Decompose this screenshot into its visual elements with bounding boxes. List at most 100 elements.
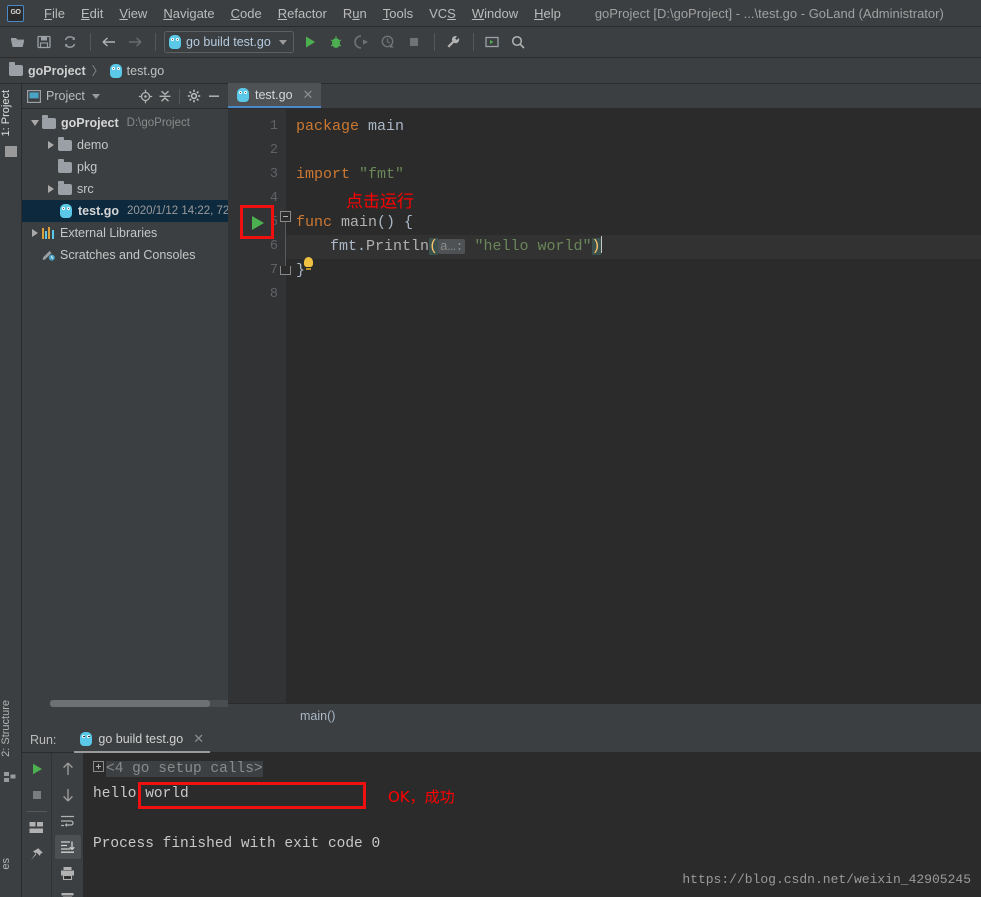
profile-icon (376, 30, 400, 54)
left-tool-strip: 1: Project 2: Structure es (0, 84, 22, 897)
run-with-coverage-icon (350, 30, 374, 54)
restore-layout-button[interactable] (24, 816, 50, 840)
watermark-url: https://blog.csdn.net/weixin_42905245 (682, 872, 971, 887)
project-panel-header: Project (22, 84, 228, 109)
trash-clear-button[interactable] (55, 887, 81, 897)
menu-code[interactable]: Code (223, 4, 270, 23)
menu-vcs[interactable]: VCS (421, 4, 464, 23)
arrow-left-icon[interactable] (97, 30, 121, 54)
tree-node-label: pkg (77, 160, 98, 174)
close-icon[interactable]: ✕ (193, 731, 204, 747)
sidebar-item-structure[interactable]: 2: Structure (0, 696, 22, 761)
editor-area: test.go ✕ 1 2 3 4 5 6 7 8 (228, 83, 981, 728)
chevron-down-icon (278, 39, 287, 45)
breadcrumb-item-project[interactable]: goProject (9, 62, 86, 78)
menu-tools[interactable]: Tools (375, 4, 421, 23)
external-libraries-icon (42, 227, 55, 239)
menu-file[interactable]: File (36, 4, 73, 23)
menu-refactor[interactable]: Refactor (270, 4, 335, 23)
project-tree: goProject D:\goProject demo pkg src test… (22, 109, 229, 266)
sidebar-item-project[interactable]: 1: Project (0, 86, 22, 140)
locate-target-icon[interactable] (135, 86, 155, 106)
pin-tab-button[interactable] (24, 842, 50, 866)
run-panel-console-actions (52, 753, 83, 897)
arrow-down-button[interactable] (55, 783, 81, 807)
open-folder-icon[interactable] (6, 30, 30, 54)
run-gutter-marker[interactable] (240, 205, 274, 239)
run-panel-tab-bar: Run: go build test.go ✕ (22, 728, 981, 753)
sync-refresh-icon[interactable] (58, 30, 82, 54)
line-number: 1 (269, 119, 278, 134)
breadcrumb-item-file[interactable]: test.go (109, 63, 165, 78)
menu-view[interactable]: View (111, 4, 155, 23)
scratches-icon (42, 249, 55, 261)
tree-node-label: External Libraries (60, 226, 158, 240)
folder-icon (58, 136, 72, 151)
close-icon[interactable]: ✕ (303, 88, 314, 101)
minimize-icon[interactable] (204, 86, 224, 106)
code-text[interactable]: package main import "fmt" func main() { … (286, 109, 981, 728)
structure-panel-icon (4, 772, 16, 783)
console-line-exit: Process finished with exit code 0 (83, 832, 981, 857)
text-caret (600, 236, 603, 253)
run-console[interactable]: <4 go setup calls> hello world Process f… (83, 753, 981, 897)
line-number: 2 (269, 143, 278, 158)
folder-icon (58, 158, 72, 173)
go-gopher-icon (60, 204, 72, 218)
run-actions-divider (26, 811, 47, 812)
scroll-to-end-button[interactable] (54, 835, 81, 859)
run-configuration-selector[interactable]: go build test.go (164, 31, 294, 53)
breadcrumb-file-label: test.go (126, 63, 165, 78)
project-panel-hscrollbar[interactable] (50, 700, 236, 707)
project-panel-icon (5, 146, 17, 157)
tree-node-demo[interactable]: demo (22, 134, 228, 156)
twisty-collapsed-icon[interactable] (44, 141, 58, 149)
chevron-down-icon[interactable] (91, 93, 100, 99)
tree-node-pkg[interactable]: pkg (22, 156, 228, 178)
menu-bar: File Edit View Navigate Code Refactor Ru… (36, 4, 569, 23)
menu-help[interactable]: Help (526, 4, 569, 23)
tree-node-scratches[interactable]: Scratches and Consoles (22, 244, 228, 266)
title-bar: File Edit View Navigate Code Refactor Ru… (0, 0, 981, 27)
breadcrumb-project-label: goProject (28, 63, 86, 78)
code-line-5: func main() { (296, 214, 414, 231)
print-button[interactable] (55, 861, 81, 885)
twisty-collapsed-icon[interactable] (44, 185, 58, 193)
menu-navigate[interactable]: Navigate (155, 4, 222, 23)
soft-wrap-button[interactable] (55, 809, 81, 833)
search-icon[interactable] (506, 30, 530, 54)
wrench-settings-icon[interactable] (441, 30, 465, 54)
menu-edit[interactable]: Edit (73, 4, 111, 23)
project-structure-icon[interactable] (480, 30, 504, 54)
collapse-all-icon[interactable] (155, 86, 175, 106)
tree-node-external-libraries[interactable]: External Libraries (22, 222, 228, 244)
tree-node-goproject[interactable]: goProject D:\goProject (22, 112, 228, 134)
save-icon[interactable] (32, 30, 56, 54)
debug-bug-icon[interactable] (324, 30, 348, 54)
main-toolbar: go build test.go (0, 27, 981, 58)
gear-icon[interactable] (184, 86, 204, 106)
sidebar-item-favorites[interactable]: es (0, 854, 22, 874)
menu-run[interactable]: Run (335, 4, 375, 23)
twisty-expanded-icon[interactable] (28, 120, 42, 126)
line-number: 7 (269, 263, 278, 278)
console-line-folded[interactable]: <4 go setup calls> (83, 757, 981, 782)
console-output-exit: Process finished with exit code 0 (93, 836, 381, 852)
folder-icon (58, 180, 72, 195)
twisty-collapsed-icon[interactable] (28, 229, 42, 237)
arrow-up-button[interactable] (55, 757, 81, 781)
run-play-icon[interactable] (298, 30, 322, 54)
stop-button[interactable] (24, 783, 50, 807)
tree-node-label: test.go (78, 204, 119, 218)
editor-tab-bar: test.go ✕ (228, 83, 981, 109)
goland-logo-icon (7, 4, 24, 22)
editor-tab-test-go[interactable]: test.go ✕ (228, 83, 322, 108)
run-tool-window: Run: go build test.go ✕ <4 go setup call… (22, 728, 981, 897)
menu-window[interactable]: Window (464, 4, 526, 23)
tree-node-src[interactable]: src (22, 178, 228, 200)
run-tab-go-build[interactable]: go build test.go ✕ (74, 728, 211, 753)
arrow-right-icon (123, 30, 147, 54)
rerun-button[interactable] (24, 757, 50, 781)
tree-node-test-go[interactable]: test.go 2020/1/12 14:22, 72 (22, 200, 229, 222)
